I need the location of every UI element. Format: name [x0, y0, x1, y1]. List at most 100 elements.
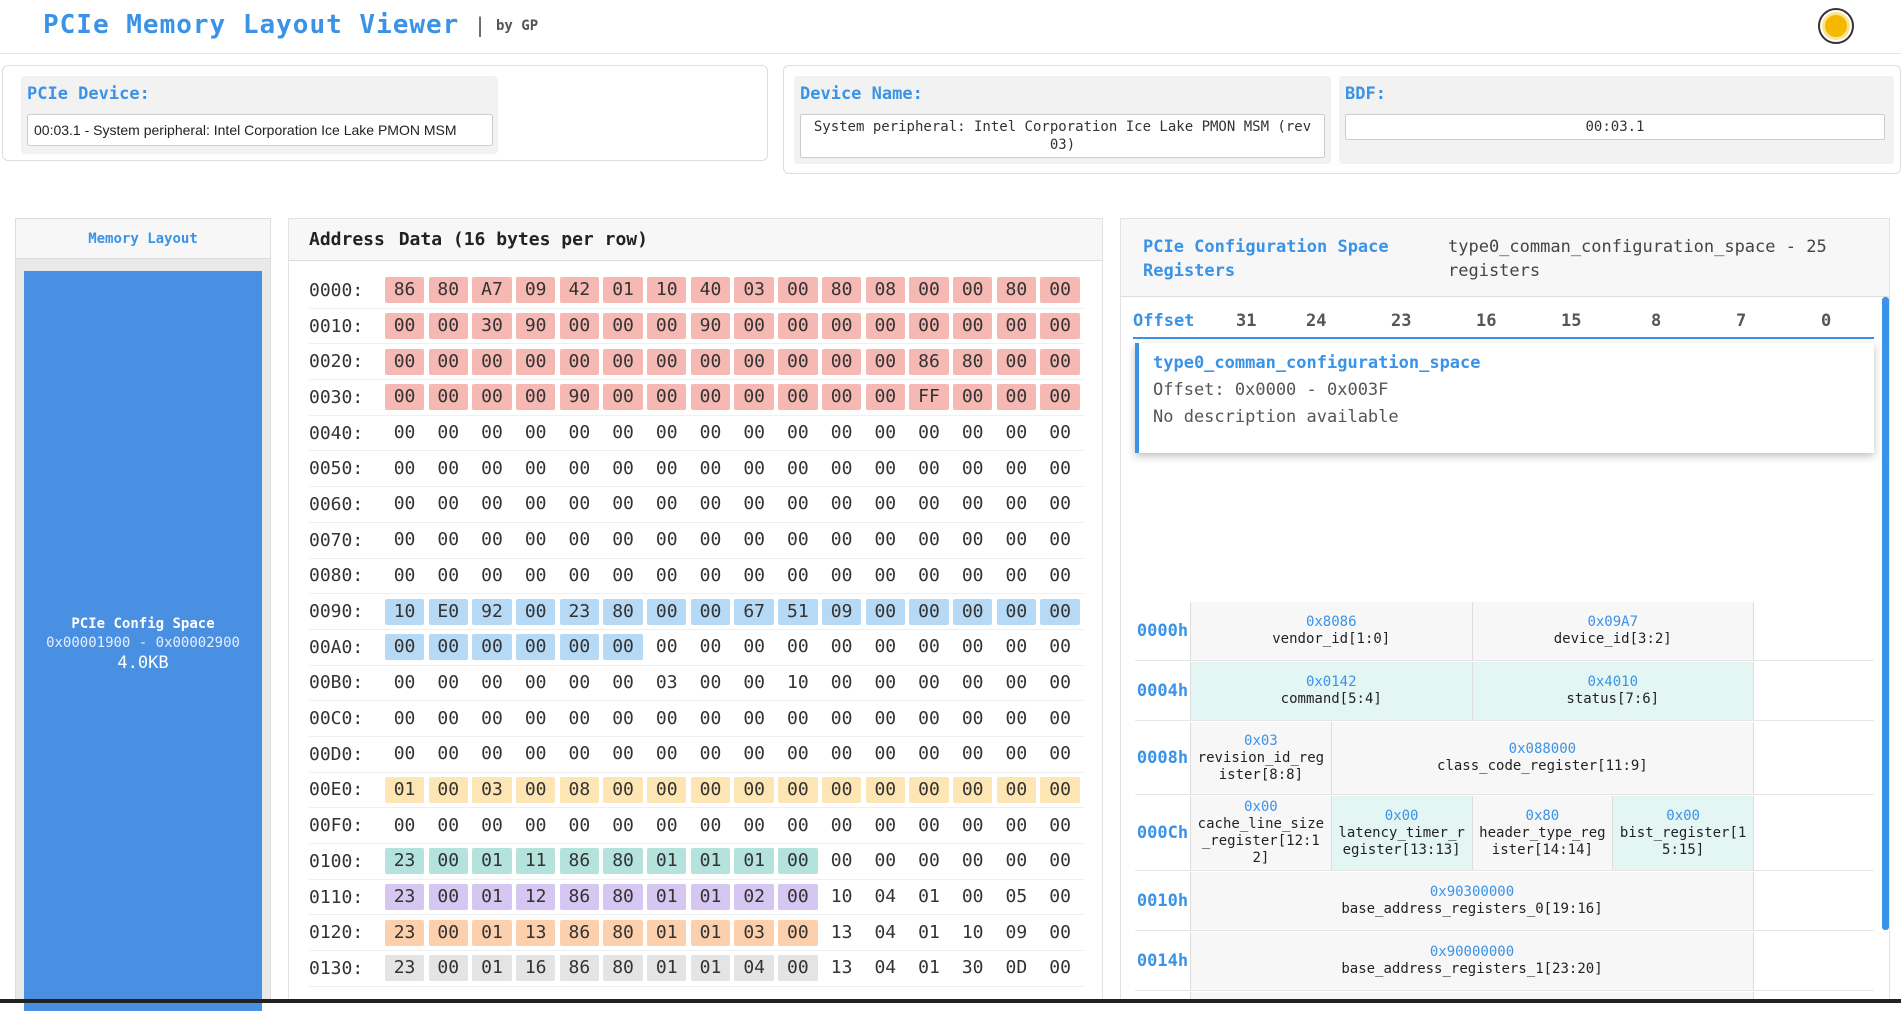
hex-byte[interactable]: 00: [822, 527, 861, 553]
hex-byte[interactable]: 01: [472, 848, 512, 875]
hex-byte[interactable]: 00: [472, 634, 512, 661]
hex-byte[interactable]: 00: [1040, 776, 1080, 803]
hex-byte[interactable]: 00: [734, 491, 773, 517]
hex-byte[interactable]: 00: [515, 776, 556, 803]
hex-byte[interactable]: 00: [647, 563, 686, 589]
hex-byte[interactable]: 92: [472, 598, 512, 625]
hex-byte[interactable]: 00: [560, 491, 599, 517]
hex-byte[interactable]: 00: [385, 563, 424, 589]
hex-byte[interactable]: 00: [559, 634, 600, 661]
hex-byte[interactable]: 00: [822, 813, 861, 839]
hex-byte[interactable]: 00: [997, 741, 1036, 767]
hex-byte[interactable]: 00: [385, 527, 424, 553]
hex-byte[interactable]: 00: [822, 456, 861, 482]
hex-byte[interactable]: 00: [997, 456, 1036, 482]
hex-byte[interactable]: 00: [778, 563, 817, 589]
hex-byte[interactable]: 00: [865, 598, 905, 625]
hex-byte[interactable]: 00: [822, 491, 861, 517]
hex-byte[interactable]: 00: [822, 563, 861, 589]
hex-byte[interactable]: 00: [429, 706, 468, 732]
hex-byte[interactable]: 00: [996, 348, 1037, 375]
hex-byte[interactable]: 01: [384, 776, 425, 803]
register-cell[interactable]: 0x8086 vendor_id[1:0]: [1191, 602, 1473, 660]
hex-byte[interactable]: 03: [647, 670, 686, 696]
hex-byte[interactable]: 00: [734, 813, 773, 839]
hex-byte[interactable]: 00: [647, 313, 687, 340]
hex-byte[interactable]: 00: [909, 706, 948, 732]
hex-byte[interactable]: 0D: [997, 955, 1036, 981]
hex-byte[interactable]: 01: [647, 955, 687, 982]
hex-byte[interactable]: 00: [516, 456, 555, 482]
hex-byte[interactable]: 00: [428, 884, 468, 911]
hex-byte[interactable]: 00: [647, 741, 686, 767]
hex-byte[interactable]: 00: [866, 741, 905, 767]
hex-byte[interactable]: 00: [691, 706, 730, 732]
register-cell[interactable]: 0x90300000 base_address_registers_0[19:16…: [1191, 872, 1754, 930]
hex-byte[interactable]: 01: [472, 884, 512, 911]
hex-byte[interactable]: 00: [647, 813, 686, 839]
hex-byte[interactable]: 00: [778, 813, 817, 839]
hex-byte[interactable]: 00: [429, 670, 468, 696]
hex-byte[interactable]: 00: [647, 348, 687, 375]
hex-byte[interactable]: 00: [690, 348, 731, 375]
hex-byte[interactable]: 00: [734, 776, 774, 803]
hex-byte[interactable]: 23: [384, 884, 425, 911]
hex-byte[interactable]: 00: [909, 848, 948, 874]
hex-byte[interactable]: 00: [997, 670, 1036, 696]
hex-byte[interactable]: 09: [515, 277, 556, 304]
hex-byte[interactable]: 00: [734, 420, 773, 446]
hex-byte[interactable]: 00: [603, 348, 643, 375]
hex-byte[interactable]: 00: [647, 598, 687, 625]
hex-byte[interactable]: 00: [866, 670, 905, 696]
hex-byte[interactable]: 00: [821, 776, 862, 803]
hex-byte[interactable]: 80: [603, 884, 643, 911]
hex-byte[interactable]: 00: [866, 420, 905, 446]
hex-byte[interactable]: 00: [997, 706, 1036, 732]
hex-byte[interactable]: 00: [384, 313, 425, 340]
hex-byte[interactable]: 23: [384, 848, 425, 875]
hex-byte[interactable]: 00: [647, 527, 686, 553]
hex-byte[interactable]: 00: [560, 527, 599, 553]
hex-byte[interactable]: 00: [472, 384, 512, 411]
hex-byte[interactable]: 00: [909, 776, 949, 803]
hex-byte[interactable]: 00: [428, 348, 468, 375]
hex-byte[interactable]: 00: [778, 384, 818, 411]
hex-byte[interactable]: 00: [953, 813, 992, 839]
hex-byte[interactable]: 00: [778, 776, 818, 803]
hex-byte[interactable]: 00: [865, 313, 905, 340]
hex-byte[interactable]: 00: [603, 313, 643, 340]
hex-byte[interactable]: 00: [997, 563, 1036, 589]
hex-byte[interactable]: 00: [952, 598, 993, 625]
hex-byte[interactable]: 23: [384, 955, 425, 982]
hex-byte[interactable]: 01: [909, 955, 948, 981]
hex-byte[interactable]: 00: [909, 491, 948, 517]
hex-byte[interactable]: 00: [472, 706, 511, 732]
hex-byte[interactable]: 00: [515, 634, 556, 661]
hex-byte[interactable]: 00: [691, 456, 730, 482]
hex-byte[interactable]: 00: [560, 670, 599, 696]
register-cell[interactable]: 0x00 bist_register[15:15]: [1613, 796, 1754, 870]
hex-byte[interactable]: 00: [1040, 848, 1079, 874]
hex-byte[interactable]: 00: [429, 563, 468, 589]
hex-byte[interactable]: 00: [691, 813, 730, 839]
hex-byte[interactable]: 67: [734, 598, 774, 625]
hex-byte[interactable]: 00: [996, 776, 1037, 803]
hex-byte[interactable]: 00: [778, 919, 818, 946]
hex-byte[interactable]: 00: [866, 491, 905, 517]
hex-byte[interactable]: 00: [1040, 741, 1079, 767]
hex-byte[interactable]: 00: [559, 348, 600, 375]
hex-byte[interactable]: 80: [603, 598, 643, 625]
hex-byte[interactable]: 00: [778, 706, 817, 732]
hex-byte[interactable]: 86: [559, 884, 600, 911]
hex-byte[interactable]: 00: [778, 277, 818, 304]
hex-byte[interactable]: 00: [429, 527, 468, 553]
theme-toggle-button[interactable]: [1818, 8, 1854, 44]
hex-byte[interactable]: 00: [428, 384, 468, 411]
register-cell[interactable]: 0x09A7 device_id[3:2]: [1472, 602, 1754, 660]
hex-byte[interactable]: 00: [734, 527, 773, 553]
hex-byte[interactable]: 00: [647, 776, 687, 803]
hex-byte[interactable]: A7: [472, 277, 512, 304]
hex-byte[interactable]: 00: [560, 706, 599, 732]
hex-byte[interactable]: 00: [909, 670, 948, 696]
hex-byte[interactable]: 80: [996, 277, 1037, 304]
